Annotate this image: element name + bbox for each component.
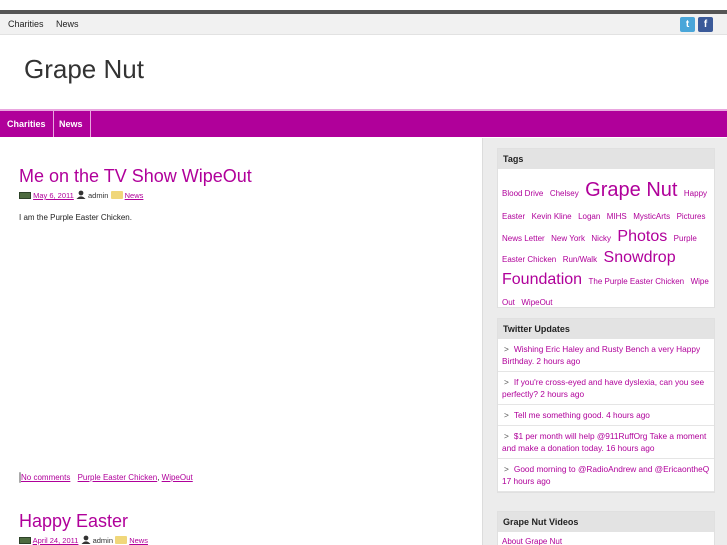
widget-title: Grape Nut Videos	[498, 512, 714, 532]
widget-title: Tags	[498, 149, 714, 169]
tag-link[interactable]: Blood Drive	[502, 189, 543, 198]
post-author: admin	[92, 536, 114, 545]
tag-link[interactable]: MIHS	[607, 212, 627, 221]
tweet-item[interactable]: > Good morning to @RadioAndrew and @Erica…	[498, 459, 714, 493]
tag-cloud: Blood Drive Chelsey Grape Nut Happy East…	[498, 169, 714, 320]
user-icon	[76, 190, 86, 199]
tag-link[interactable]: News Letter	[502, 234, 545, 243]
main-nav: Charities News	[0, 109, 727, 137]
folder-icon	[115, 536, 128, 544]
main-nav-news[interactable]: News	[52, 111, 91, 137]
tweet-item[interactable]: > Wishing Eric Haley and Rusty Bench a ve…	[498, 339, 714, 373]
tag-link[interactable]: Kevin Kline	[532, 212, 572, 221]
tweet-text: Good morning to @RadioAndrew and @Ericao…	[502, 464, 710, 487]
post-footer: No comments Purple Easter Chicken, WipeO…	[19, 472, 193, 483]
tweet-item[interactable]: > $1 per month will help @911RuffOrg Take…	[498, 426, 714, 460]
post-title[interactable]: Happy Easter	[19, 511, 128, 532]
chevron-right-icon: >	[504, 377, 509, 388]
post-title[interactable]: Me on the TV Show WipeOut	[19, 166, 252, 187]
tweet-list: > Wishing Eric Haley and Rusty Bench a ve…	[498, 339, 714, 493]
chevron-right-icon: >	[504, 464, 509, 475]
chevron-right-icon: >	[504, 431, 509, 442]
post-category[interactable]: News	[125, 191, 144, 200]
top-nav: Charities News t f	[0, 14, 727, 35]
tweet-text: $1 per month will help @911RuffOrg Take …	[502, 431, 707, 454]
twitter-widget: Twitter Updates > Wishing Eric Haley and …	[497, 318, 715, 493]
post-category[interactable]: News	[129, 536, 148, 545]
post-tag[interactable]: WipeOut	[162, 473, 193, 482]
widget-title: Twitter Updates	[498, 319, 714, 339]
tag-link[interactable]: New York	[551, 234, 585, 243]
post-meta: April 24, 2011 admin News	[19, 535, 148, 545]
post-excerpt: I am the Purple Easter Chicken.	[19, 213, 132, 222]
top-nav-charities[interactable]: Charities	[8, 19, 44, 29]
tag-link[interactable]: Nicky	[591, 234, 611, 243]
chevron-right-icon: >	[504, 344, 509, 354]
main-nav-charities[interactable]: Charities	[0, 111, 54, 137]
videos-widget: Grape Nut Videos About Grape Nut	[497, 511, 715, 545]
tweet-text: Tell me something good. 4 hours ago	[513, 410, 650, 421]
tweet-item[interactable]: > If you're cross-eyed and have dyslexia,…	[498, 372, 714, 406]
tag-link[interactable]: MysticArts	[633, 212, 670, 221]
tweet-text: If you're cross-eyed and have dyslexia, …	[502, 377, 705, 400]
chevron-right-icon: >	[504, 410, 509, 421]
facebook-icon[interactable]: f	[698, 17, 713, 32]
twitter-icon[interactable]: t	[680, 17, 695, 32]
videos-link[interactable]: About Grape Nut	[498, 532, 714, 545]
comments-link[interactable]: No comments	[21, 473, 70, 482]
tags-widget: Tags Blood Drive Chelsey Grape Nut Happy…	[497, 148, 715, 308]
post-meta: May 6, 2011 admin News	[19, 190, 143, 200]
post-author: admin	[88, 191, 109, 200]
calendar-icon	[19, 192, 31, 199]
tweet-item[interactable]: > Tell me something good. 4 hours ago	[498, 405, 714, 427]
tag-link[interactable]: WipeOut	[521, 298, 552, 307]
post-date[interactable]: May 6, 2011	[33, 191, 74, 200]
tag-link[interactable]: Logan	[578, 212, 600, 221]
tag-link[interactable]: Grape Nut	[585, 179, 677, 201]
sidebar: Tags Blood Drive Chelsey Grape Nut Happy…	[482, 138, 727, 545]
tag-link[interactable]: Run/Walk	[563, 255, 597, 264]
post-tag[interactable]: Purple Easter Chicken	[78, 473, 158, 482]
user-icon	[81, 535, 90, 544]
post-date[interactable]: April 24, 2011	[33, 536, 79, 545]
folder-icon	[110, 191, 123, 199]
tag-link[interactable]: Photos	[617, 228, 667, 245]
tag-link[interactable]: Pictures	[677, 212, 706, 221]
calendar-icon	[19, 537, 31, 544]
site-title[interactable]: Grape Nut	[24, 54, 144, 85]
tweet-text: Wishing Eric Haley and Rusty Bench a ver…	[502, 344, 701, 367]
tag-link[interactable]: Chelsey	[550, 189, 579, 198]
tag-link[interactable]: The Purple Easter Chicken	[589, 277, 685, 286]
top-nav-news[interactable]: News	[56, 19, 79, 29]
